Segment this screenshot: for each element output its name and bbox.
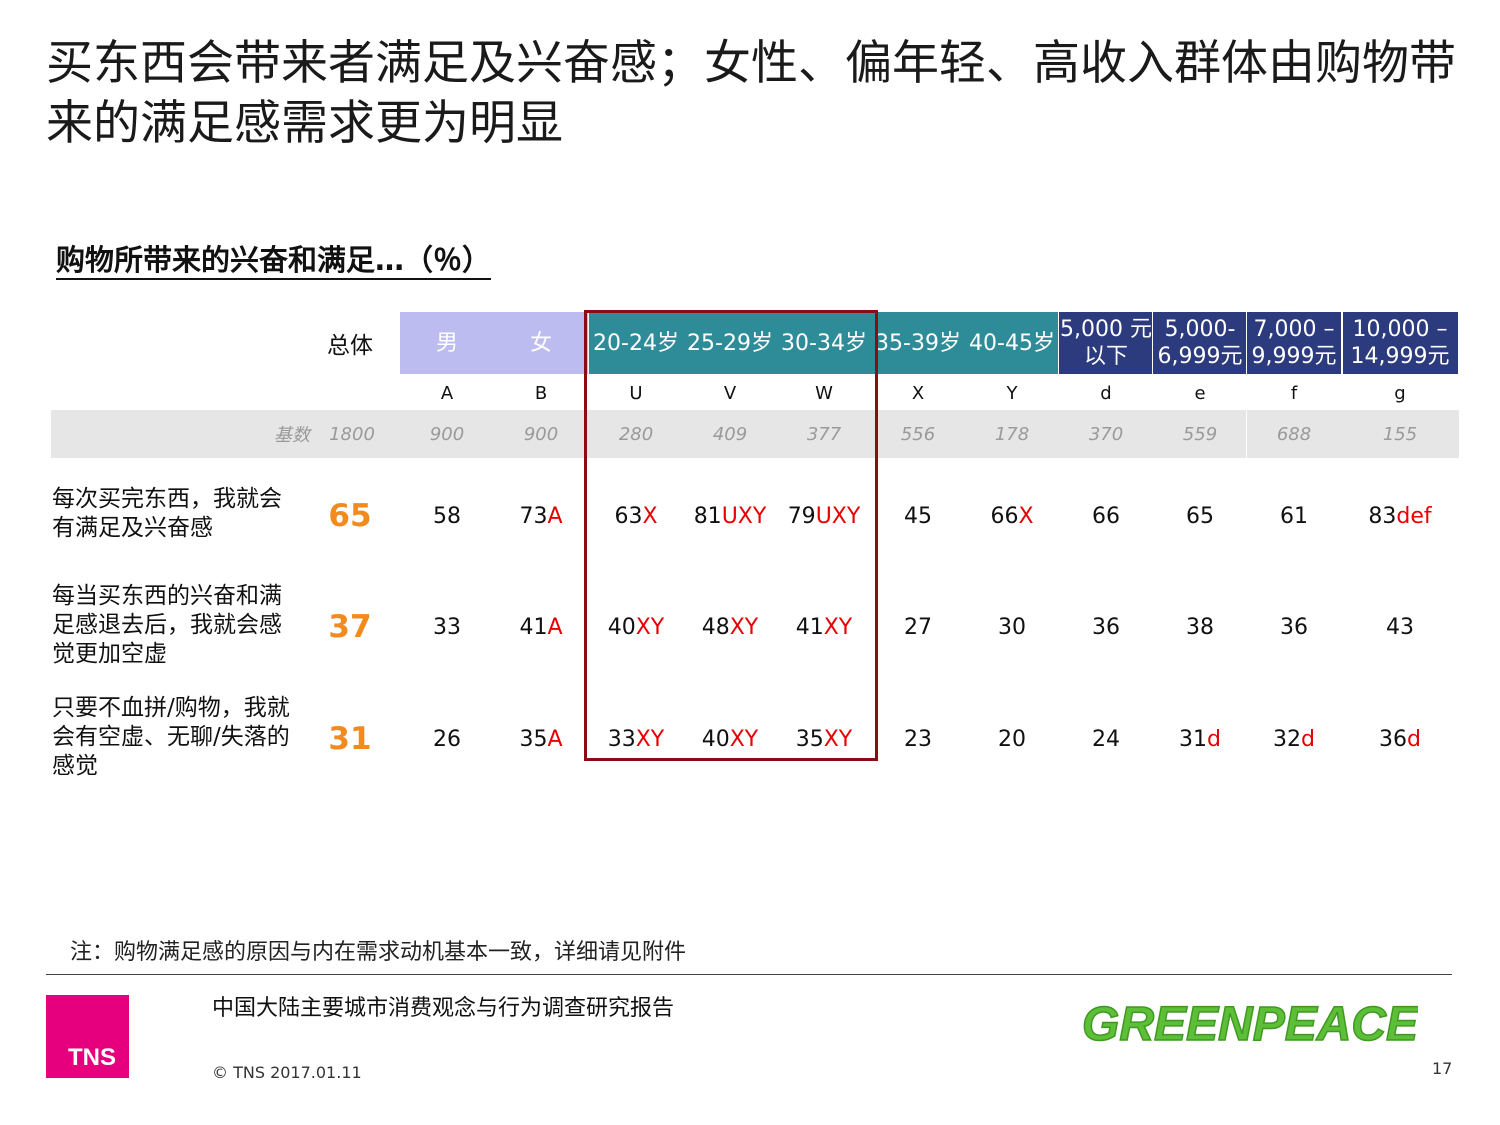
base-count: 900 <box>429 423 465 445</box>
significance-marker: X <box>1018 503 1034 529</box>
significance-marker: A <box>547 614 563 640</box>
column-letter: Y <box>1006 382 1018 404</box>
copyright: © TNS 2017.01.11 <box>212 1063 362 1082</box>
cell-value: 27 <box>904 614 932 640</box>
cell-value: 73 <box>519 503 548 529</box>
table-cell: 61 <box>1234 496 1354 536</box>
cell-value: 38 <box>1186 614 1214 640</box>
table-cell: 43 <box>1340 607 1460 647</box>
page-number: 17 <box>1432 1059 1453 1078</box>
cell-value: 24 <box>1092 726 1120 752</box>
column-letter: X <box>911 382 925 404</box>
cell-value: 36 <box>1092 614 1120 640</box>
base-count: 370 <box>1088 423 1124 445</box>
base-label: 基数 <box>274 425 310 446</box>
column-letter: e <box>1194 382 1206 404</box>
column-header: 女 <box>494 312 588 374</box>
column-letter: B <box>534 382 548 404</box>
table-cell: 83 def <box>1340 496 1460 536</box>
cell-value: 83 <box>1368 503 1397 529</box>
significance-marker: A <box>547 726 563 752</box>
row-label: 每当买东西的兴奋和满足感退去后，我就会感觉更加空虚 <box>52 583 282 667</box>
page-title: 买东西会带来者满足及兴奋感；女性、偏年轻、高收入群体由购物带来的满足感需求更为明… <box>46 36 1456 151</box>
cell-value: 30 <box>998 614 1026 640</box>
column-header: 男 <box>400 312 494 374</box>
table-cell: 36 d <box>1340 719 1460 759</box>
cell-value: 66 <box>990 503 1019 529</box>
cell-value: 20 <box>998 726 1026 752</box>
cell-value: 41 <box>519 614 548 640</box>
column-header: 7,000 – 9,999元 <box>1247 312 1341 374</box>
column-letter: g <box>1394 382 1406 404</box>
total-header: 总体 <box>327 333 373 359</box>
column-separator <box>1342 312 1343 374</box>
cell-value: 36 <box>1379 726 1408 752</box>
footer-divider <box>46 974 1452 975</box>
row-total: 37 <box>328 609 372 645</box>
footnote: 注：购物满足感的原因与内在需求动机基本一致，详细请见附件 <box>70 940 687 965</box>
cell-value: 31 <box>1179 726 1208 752</box>
row-total: 65 <box>328 498 372 534</box>
report-title: 中国大陆主要城市消费观念与行为调查研究报告 <box>212 996 675 1021</box>
significance-marker: d <box>1207 726 1221 752</box>
base-count: 900 <box>523 423 559 445</box>
tns-logo: TNS <box>46 995 129 1078</box>
base-count: 178 <box>994 423 1030 445</box>
table-cell: 36 <box>1234 607 1354 647</box>
base-count: 155 <box>1382 423 1418 445</box>
base-total: 1800 <box>329 423 375 445</box>
column-separator <box>1246 312 1247 374</box>
cell-value: 43 <box>1386 614 1414 640</box>
cell-value: 33 <box>433 614 461 640</box>
column-header: 35-39岁 <box>871 312 965 374</box>
significance-marker: def <box>1396 503 1432 529</box>
cell-value: 35 <box>519 726 548 752</box>
table-subtitle: 购物所带来的兴奋和满足…（％） <box>56 242 492 280</box>
svg-text:GREENPEACE: GREENPEACE <box>1082 998 1418 1051</box>
significance-marker: d <box>1407 726 1421 752</box>
column-letter: A <box>440 382 454 404</box>
cell-value: 58 <box>433 503 461 529</box>
cell-value: 36 <box>1280 614 1308 640</box>
base-count: 556 <box>900 423 936 445</box>
cell-value: 45 <box>904 503 932 529</box>
row-label: 每次买完东西，我就会有满足及兴奋感 <box>52 486 282 541</box>
table-cell: 32 d <box>1234 719 1354 759</box>
cell-value: 65 <box>1186 503 1214 529</box>
base-separator <box>1246 410 1247 458</box>
cell-value: 61 <box>1280 503 1308 529</box>
column-header: 5,000 元 以下 <box>1059 312 1153 374</box>
significance-marker: A <box>547 503 563 529</box>
row-label: 只要不血拼/购物，我就会有空虚、无聊/失落的感觉 <box>52 695 290 779</box>
column-separator <box>1058 312 1059 374</box>
column-letter: f <box>1290 382 1298 404</box>
column-separator <box>1152 312 1153 374</box>
cell-value: 66 <box>1092 503 1120 529</box>
age-highlight-box <box>584 310 878 761</box>
significance-marker: d <box>1301 726 1315 752</box>
base-count: 559 <box>1182 423 1218 445</box>
column-header: 5,000- 6,999元 <box>1153 312 1247 374</box>
cell-value: 23 <box>904 726 932 752</box>
row-total: 31 <box>328 721 372 757</box>
column-header: 10,000 – 14,999元 <box>1342 312 1458 374</box>
column-letter: d <box>1100 382 1112 404</box>
base-count: 688 <box>1276 423 1312 445</box>
cell-value: 32 <box>1273 726 1302 752</box>
column-header: 40-45岁 <box>965 312 1059 374</box>
cell-value: 26 <box>433 726 461 752</box>
greenpeace-logo: GREENPEACE <box>1081 997 1418 1052</box>
